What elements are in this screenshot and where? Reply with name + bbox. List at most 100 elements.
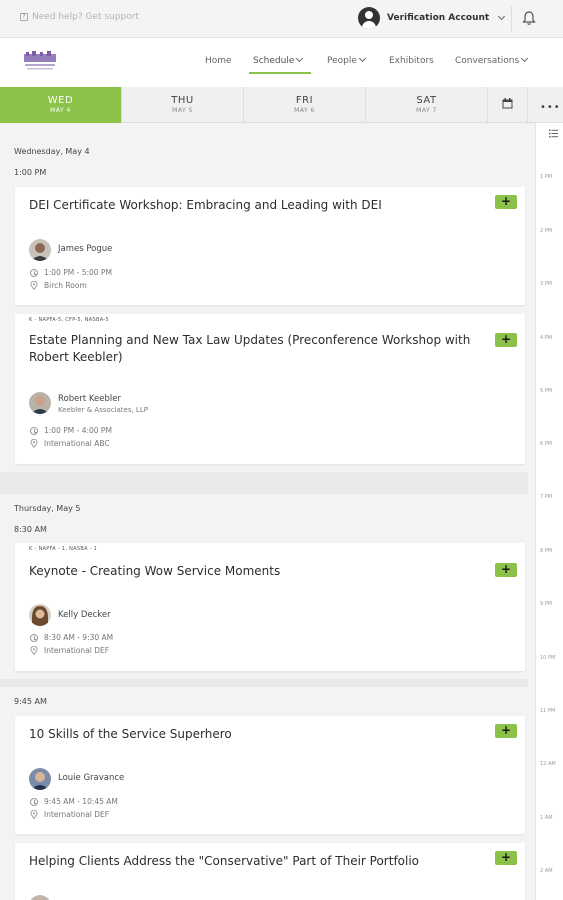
timeline-label: 8 PM <box>540 548 553 554</box>
speaker-name[interactable]: Robert Keebler <box>58 394 121 404</box>
speaker-name[interactable]: Kelly Decker <box>58 610 111 620</box>
speaker-avatar[interactable] <box>29 392 51 414</box>
add-to-schedule-button[interactable]: + <box>495 195 517 209</box>
session-location: Birch Room <box>44 281 87 290</box>
timeline-label: 5 PM <box>540 388 553 394</box>
nav-people-label: People <box>327 56 357 66</box>
support-bar: ? Need help? Get support Verification Ac… <box>0 0 563 38</box>
help-link[interactable]: ? Need help? Get support <box>20 12 139 22</box>
chevron-down-icon <box>498 12 506 20</box>
session-title: Keynote - Creating Wow Service Moments <box>29 564 281 578</box>
nav-conversations[interactable]: Conversations <box>455 54 529 66</box>
tab-day-sat[interactable]: SAT MAY 7 <box>366 87 488 123</box>
session-location-row: Birch Room <box>30 281 87 290</box>
session-title: Helping Clients Address the "Conservativ… <box>29 854 420 868</box>
timeline-label: 9 PM <box>540 601 553 607</box>
nav-people[interactable]: People <box>327 54 366 66</box>
credit-tag: K - NAPFA - 1, NASBA - 1 <box>29 546 98 552</box>
session-card[interactable]: 10 Skills of the Service Superhero + Lou… <box>15 716 525 834</box>
section-time: 8:30 AM <box>14 525 47 534</box>
clock-icon <box>30 426 38 435</box>
add-to-schedule-button[interactable]: + <box>495 563 517 577</box>
main-navbar: Home Schedule People Exhibitors Conversa… <box>0 38 563 87</box>
timeline-label: 11 PM <box>540 708 556 714</box>
nav-exhibitors[interactable]: Exhibitors <box>389 56 434 66</box>
location-pin-icon <box>30 810 38 819</box>
timeline-label: 2 PM <box>540 228 553 234</box>
timeline-label: 6 PM <box>540 441 553 447</box>
session-time-row: 8:30 AM - 9:30 AM <box>30 633 113 642</box>
day-name: SAT <box>416 95 437 106</box>
timeline-label: 1 AM <box>540 815 553 821</box>
chevron-down-icon <box>296 54 304 63</box>
timeline-label: 7 PM <box>540 494 553 500</box>
session-time: 1:00 PM - 5:00 PM <box>44 268 112 277</box>
timeline-label: 2 AM <box>540 868 553 874</box>
session-time-row: 1:00 PM - 5:00 PM <box>30 268 112 277</box>
session-time: 8:30 AM - 9:30 AM <box>44 633 114 642</box>
help-text: Need help? Get support <box>32 12 139 22</box>
day-separator <box>0 472 528 494</box>
add-to-schedule-button[interactable]: + <box>495 851 517 865</box>
chevron-down-icon <box>521 54 529 63</box>
timeline-label: 4 PM <box>540 335 553 341</box>
session-card[interactable]: K - NAPFA - 1, NASBA - 1 Keynote - Creat… <box>15 543 525 671</box>
clock-icon <box>30 797 38 806</box>
session-location: International ABC <box>44 439 110 448</box>
day-tabs: WED MAY 4 THU MAY 5 FRI MAY 6 SAT MAY 7 <box>0 87 563 123</box>
session-card[interactable]: K - NAPFA-5, CFP-5, NASBA-5 Estate Plann… <box>15 314 525 464</box>
session-location-row: International DEF <box>30 646 109 655</box>
nav-schedule[interactable]: Schedule <box>253 54 304 66</box>
session-card[interactable]: Helping Clients Address the "Conservativ… <box>15 843 525 900</box>
session-time: 1:00 PM - 4:00 PM <box>44 426 112 435</box>
time-separator <box>0 679 528 687</box>
list-view-icon[interactable] <box>549 129 558 138</box>
add-to-schedule-button[interactable]: + <box>495 333 517 347</box>
section-date: Thursday, May 5 <box>14 504 81 513</box>
nav-conversations-label: Conversations <box>455 56 520 66</box>
speaker-name[interactable]: James Pogue <box>58 244 112 254</box>
section-time: 9:45 AM <box>14 697 47 706</box>
account-name: Verification Account <box>387 13 490 23</box>
day-date: MAY 7 <box>416 107 437 114</box>
bell-icon[interactable] <box>521 10 537 26</box>
speaker-avatar[interactable] <box>29 895 51 900</box>
session-location: International DEF <box>44 810 110 819</box>
clock-icon <box>30 268 38 277</box>
add-to-schedule-button[interactable]: + <box>495 724 517 738</box>
session-time-row: 1:00 PM - 4:00 PM <box>30 426 112 435</box>
session-card[interactable]: DEI Certificate Workshop: Embracing and … <box>15 187 525 305</box>
calendar-icon <box>502 98 513 109</box>
speaker-avatar[interactable] <box>29 239 51 261</box>
account-menu[interactable]: Verification Account <box>358 7 506 29</box>
event-logo[interactable] <box>22 51 58 73</box>
session-location-row: International DEF <box>30 810 109 819</box>
speaker-name[interactable]: Louie Gravance <box>58 773 124 783</box>
speaker-avatar[interactable] <box>29 768 51 790</box>
divider <box>511 6 512 32</box>
tab-day-thu[interactable]: THU MAY 5 <box>122 87 244 123</box>
active-nav-indicator <box>249 72 311 74</box>
timeline-label: 3 PM <box>540 281 553 287</box>
day-name: WED <box>47 95 74 106</box>
day-date: MAY 6 <box>294 107 315 114</box>
day-date: MAY 5 <box>172 107 193 114</box>
tab-day-wed[interactable]: WED MAY 4 <box>0 87 122 123</box>
nav-home[interactable]: Home <box>205 56 232 66</box>
timeline-label: 12 AM <box>540 761 556 767</box>
help-icon: ? <box>20 13 28 21</box>
day-name: FRI <box>295 95 314 106</box>
credit-tag: K - NAPFA-5, CFP-5, NASBA-5 <box>29 317 109 323</box>
session-location-row: International ABC <box>30 439 110 448</box>
session-title: DEI Certificate Workshop: Embracing and … <box>29 198 382 212</box>
location-pin-icon <box>30 439 38 448</box>
timeline-rail <box>535 123 563 900</box>
nav-schedule-label: Schedule <box>253 56 295 66</box>
speaker-avatar[interactable] <box>29 604 51 626</box>
more-options-icon[interactable]: ••• <box>540 102 561 113</box>
speaker-org: Keebler & Associates, LLP <box>58 406 148 414</box>
chevron-down-icon <box>358 54 366 63</box>
tab-day-fri[interactable]: FRI MAY 6 <box>244 87 366 123</box>
session-title: 10 Skills of the Service Superhero <box>29 727 232 741</box>
section-date: Wednesday, May 4 <box>14 147 90 156</box>
